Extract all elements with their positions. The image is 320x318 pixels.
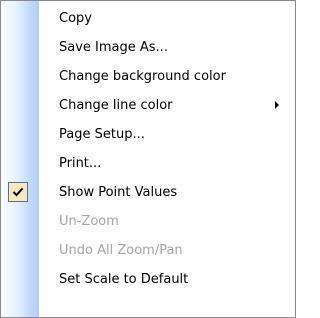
menu-item-label: Show Point Values: [59, 185, 178, 200]
menu-items: Copy Save Image As... Change background …: [1, 4, 295, 294]
menu-item-un-zoom: Un-Zoom: [1, 207, 295, 236]
menu-item-set-scale-to-default[interactable]: Set Scale to Default: [1, 265, 295, 294]
menu-item-label: Page Setup...: [59, 127, 145, 142]
submenu-arrow-icon: [275, 101, 279, 109]
menu-item-label: Undo All Zoom/Pan: [59, 243, 183, 258]
menu-item-label: Change background color: [59, 69, 226, 84]
context-menu: Copy Save Image As... Change background …: [0, 0, 296, 318]
menu-item-label: Save Image As...: [59, 40, 168, 55]
menu-item-print[interactable]: Print...: [1, 149, 295, 178]
checkmark-icon: [8, 182, 28, 202]
menu-item-page-setup[interactable]: Page Setup...: [1, 120, 295, 149]
menu-item-copy[interactable]: Copy: [1, 4, 295, 33]
menu-item-show-point-values[interactable]: Show Point Values: [1, 178, 295, 207]
menu-item-change-background-color[interactable]: Change background color: [1, 62, 295, 91]
menu-item-undo-all-zoom-pan: Undo All Zoom/Pan: [1, 236, 295, 265]
menu-item-change-line-color[interactable]: Change line color: [1, 91, 295, 120]
menu-item-label: Un-Zoom: [59, 214, 119, 229]
menu-item-label: Set Scale to Default: [59, 272, 189, 287]
menu-item-label: Print...: [59, 156, 102, 171]
menu-item-label: Copy: [59, 11, 92, 26]
menu-item-label: Change line color: [59, 98, 173, 113]
menu-item-save-image-as[interactable]: Save Image As...: [1, 33, 295, 62]
checkmark-glyph: [12, 187, 24, 197]
